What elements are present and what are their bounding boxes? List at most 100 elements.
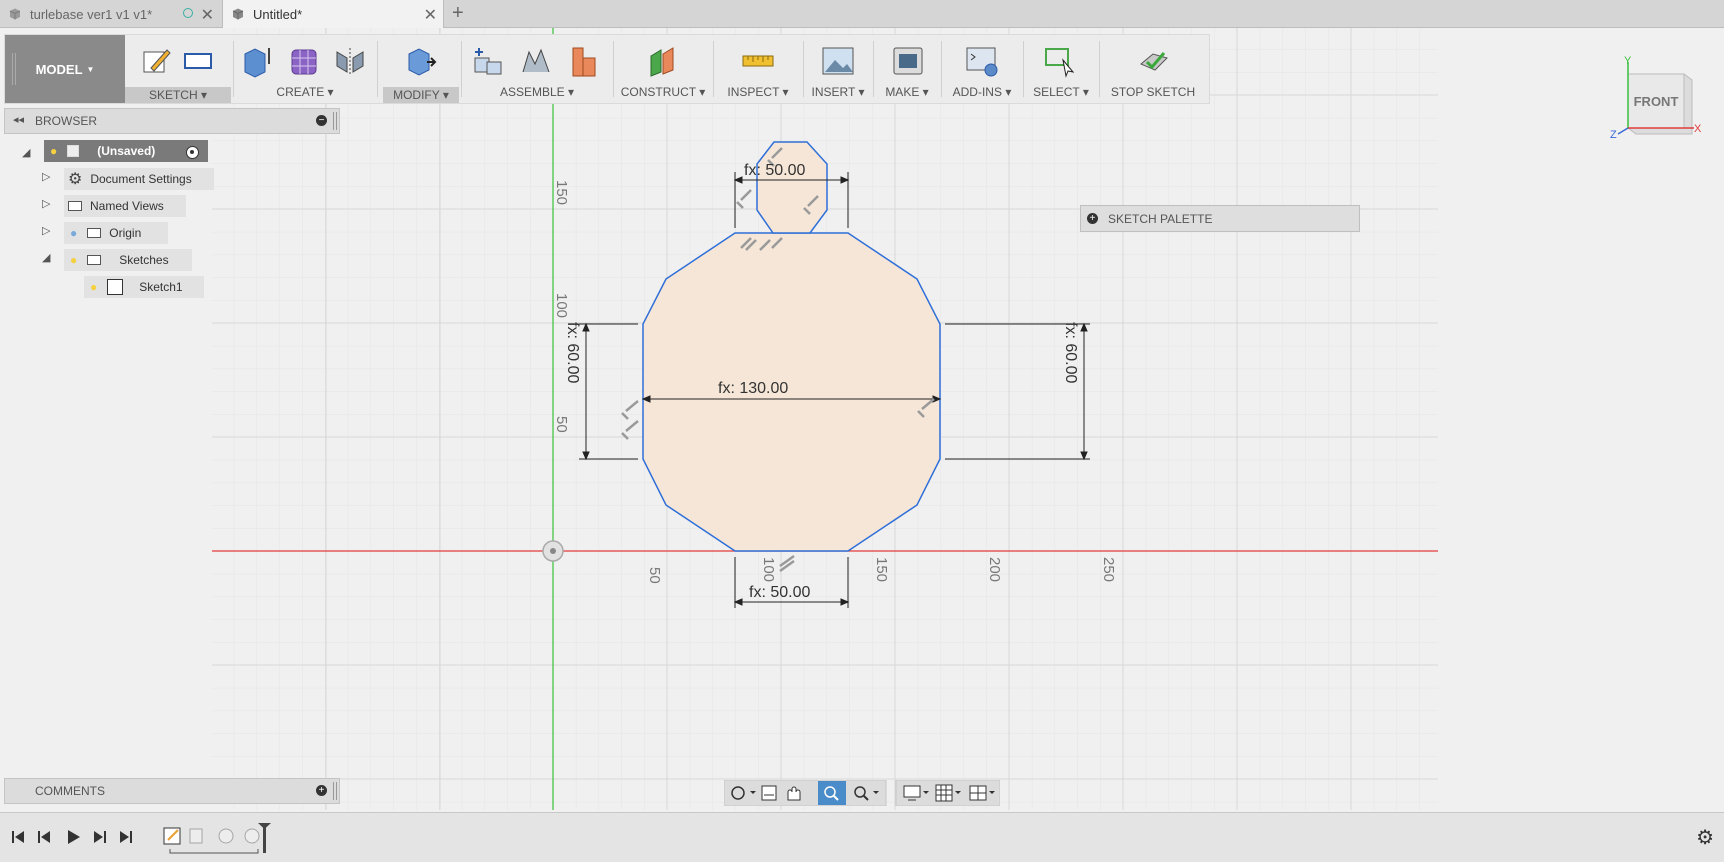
sketch-group[interactable]: SKETCH ▾ (125, 35, 231, 103)
expand-triangle-icon[interactable]: ▷ (42, 170, 50, 183)
dimension-top-width-label[interactable]: fx: 50.00 (744, 162, 805, 179)
document-tab-untitled[interactable]: Untitled* ✕ (222, 0, 444, 28)
assemble-group-label[interactable]: ASSEMBLE ▾ (463, 85, 611, 99)
dimension-bottom-width-label[interactable]: fx: 50.00 (749, 584, 810, 601)
look-at-icon[interactable] (761, 785, 777, 801)
timeline-sketch-feature-icon[interactable] (163, 827, 181, 845)
insert-group-label[interactable]: INSERT ▾ (805, 85, 871, 99)
component-icon (67, 145, 80, 157)
document-tab-turlebase[interactable]: turlebase ver1 v1 v1* ✕ (0, 0, 220, 28)
as-built-joint-icon[interactable] (567, 44, 601, 78)
press-pull-icon[interactable] (403, 44, 437, 78)
toolbar-separator (461, 41, 462, 97)
rectangle-icon[interactable] (181, 44, 215, 78)
offset-plane-icon[interactable] (645, 44, 679, 78)
mirror-icon[interactable] (333, 44, 367, 78)
new-tab-plus-icon[interactable]: + (452, 2, 464, 25)
sketch-profile-body[interactable] (642, 232, 941, 552)
inspect-group-label[interactable]: INSPECT ▾ (715, 85, 801, 99)
dimension-main-width-label[interactable]: fx: 130.00 (718, 380, 788, 397)
modify-group[interactable]: MODIFY ▾ (383, 35, 459, 103)
collapse-triangle-icon[interactable]: ◢ (22, 146, 30, 159)
timeline-play-icon[interactable] (68, 830, 80, 844)
form-icon[interactable] (287, 44, 321, 78)
measure-icon[interactable] (741, 44, 775, 78)
timeline-marker[interactable] (258, 823, 271, 853)
sketch-profile-head[interactable] (756, 141, 828, 234)
gear-icon[interactable]: ⚙ (1696, 825, 1714, 850)
close-tab-icon[interactable]: ✕ (424, 5, 437, 25)
construct-group-label[interactable]: CONSTRUCT ▾ (615, 85, 711, 99)
sketch-palette-header[interactable]: + SKETCH PALETTE (1080, 205, 1360, 232)
select-group[interactable]: SELECT ▾ (1025, 35, 1097, 103)
origin-point-icon[interactable] (542, 540, 564, 562)
zoom-window-button[interactable] (818, 781, 846, 805)
collapse-panel-icon[interactable]: ◂◂ (13, 113, 24, 126)
extrude-icon[interactable] (239, 44, 273, 78)
viewcube[interactable]: FRONT Y X Z (1588, 54, 1708, 144)
add-comment-plus-icon[interactable]: + (316, 785, 327, 796)
sketch-group-label[interactable]: SKETCH ▾ (125, 87, 231, 103)
document-tab-bar: turlebase ver1 v1 v1* ✕ Untitled* ✕ + (0, 0, 1724, 28)
stop-sketch-label[interactable]: STOP SKETCH (1101, 85, 1205, 99)
expand-plus-icon[interactable]: + (1087, 213, 1098, 224)
grid-label-x-200: 200 (986, 557, 1003, 582)
lightbulb-icon[interactable]: ● (50, 144, 57, 158)
make-group-label[interactable]: MAKE ▾ (875, 85, 939, 99)
finish-sketch-icon[interactable] (1137, 44, 1171, 78)
modify-group-label[interactable]: MODIFY ▾ (383, 87, 459, 103)
timeline-last-icon[interactable] (120, 831, 132, 843)
3d-print-icon[interactable] (891, 44, 925, 78)
stop-sketch-button[interactable]: STOP SKETCH (1101, 35, 1205, 103)
scripts-addins-icon[interactable] (965, 44, 999, 78)
select-group-label[interactable]: SELECT ▾ (1025, 85, 1097, 99)
assemble-group[interactable]: ASSEMBLE ▾ (463, 35, 611, 103)
grid-label-x-100: 100 (760, 557, 777, 582)
select-cursor-icon[interactable] (1043, 44, 1077, 78)
close-tab-icon[interactable]: ✕ (201, 5, 214, 25)
grid-label-y-50: 50 (553, 416, 570, 433)
create-group[interactable]: CREATE ▾ (235, 35, 375, 103)
gear-icon: ⚙ (68, 171, 83, 188)
tree-item-root[interactable]: ● (Unsaved) (44, 140, 208, 162)
timeline-next-icon[interactable] (94, 831, 106, 843)
joint-icon[interactable] (519, 44, 553, 78)
tree-item-origin[interactable]: ● Origin (64, 222, 168, 244)
expand-triangle-icon[interactable]: ▷ (42, 224, 50, 237)
panel-pin-icon[interactable] (333, 112, 337, 130)
create-group-label[interactable]: CREATE ▾ (235, 85, 375, 99)
panel-pin-icon[interactable] (333, 782, 337, 800)
timeline-first-icon[interactable] (12, 831, 24, 843)
browser-panel-header[interactable]: ◂◂ BROWSER − (4, 108, 340, 134)
timeline-feature-icon[interactable] (218, 828, 234, 844)
create-sketch-icon[interactable] (139, 44, 173, 78)
dimension-left-height-label[interactable]: fx: 60.00 (564, 322, 581, 383)
insert-group[interactable]: INSERT ▾ (805, 35, 871, 103)
construct-group[interactable]: CONSTRUCT ▾ (615, 35, 711, 103)
expand-triangle-icon[interactable]: ▷ (42, 197, 50, 210)
collapse-triangle-icon[interactable]: ◢ (42, 251, 50, 264)
sketch-canvas[interactable]: fx: 50.00 fx: 130.00 fx: 50.00 fx: 60.00… (212, 28, 1438, 810)
timeline-feature-icon[interactable] (189, 828, 203, 844)
tree-item-sketch1[interactable]: ● Sketch1 (84, 276, 204, 298)
timeline-previous-icon[interactable] (38, 831, 50, 843)
inspect-group[interactable]: INSPECT ▾ (715, 35, 801, 103)
lightbulb-icon[interactable]: ● (90, 280, 97, 294)
addins-group[interactable]: ADD-INS ▾ (943, 35, 1021, 103)
minimize-icon[interactable]: − (316, 115, 327, 126)
tree-item-document-settings[interactable]: ⚙ Document Settings (64, 168, 214, 190)
make-group[interactable]: MAKE ▾ (875, 35, 939, 103)
tree-item-sketches[interactable]: ● Sketches (64, 249, 192, 271)
dimension-right-height-label[interactable]: fx: 60.00 (1062, 322, 1079, 383)
workspace-switcher[interactable]: MODEL ▼ (5, 35, 125, 103)
insert-image-icon[interactable] (821, 44, 855, 78)
lightbulb-icon[interactable]: ● (70, 253, 77, 267)
comments-panel-header[interactable]: COMMENTS + (4, 778, 340, 804)
ribbon-toolbar: MODEL ▼ SKETCH ▾ CREATE ▾ MODIFY ▾ ASSEM… (4, 34, 1210, 104)
tree-item-named-views[interactable]: Named Views (64, 195, 186, 217)
new-component-icon[interactable] (471, 44, 505, 78)
timeline-feature-icon[interactable] (244, 828, 260, 844)
activate-radio-icon[interactable] (186, 146, 199, 159)
addins-group-label[interactable]: ADD-INS ▾ (943, 85, 1021, 99)
lightbulb-icon[interactable]: ● (70, 226, 77, 240)
